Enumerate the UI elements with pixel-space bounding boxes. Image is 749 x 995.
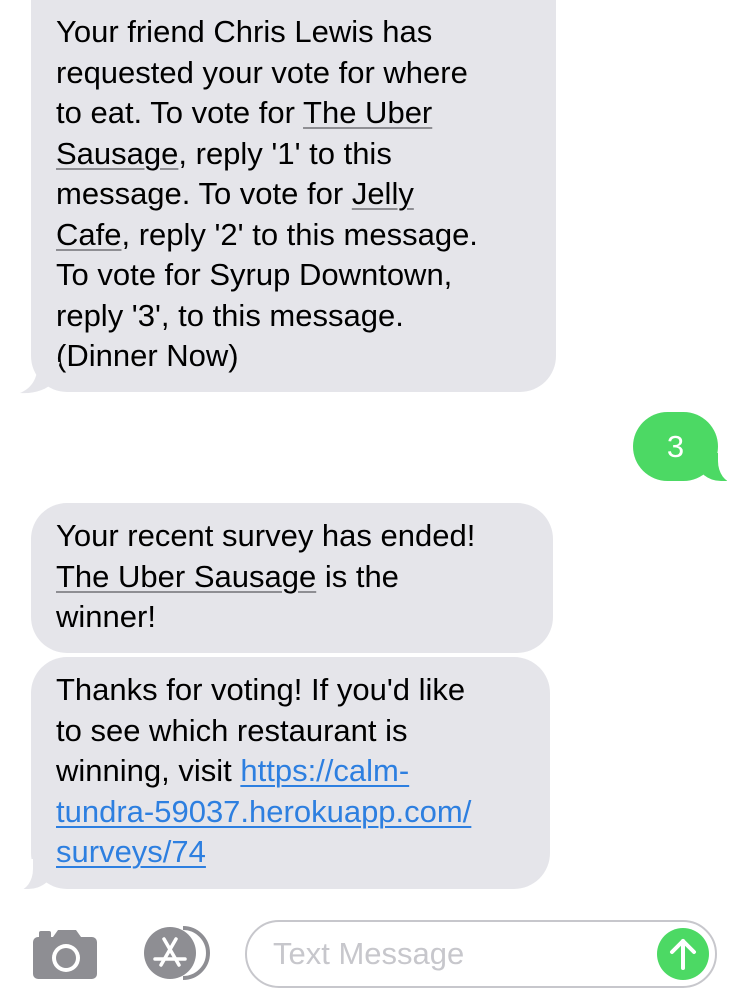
message-text: Thanks for voting! If you'd like to see w… xyxy=(56,670,526,873)
message-text: Your recent survey has ended! The Uber Sa… xyxy=(56,516,529,638)
message-link[interactable]: tundra-59037.herokuapp.com/ xyxy=(56,794,471,829)
message-line: Your recent survey has ended! xyxy=(56,516,529,557)
message-line: Your friend Chris Lewis has xyxy=(56,12,532,53)
received-message-survey-ended[interactable]: Your recent survey has ended! The Uber Sa… xyxy=(31,503,553,653)
message-text-segment: is the xyxy=(316,558,399,594)
message-text-segment: reply '3', to this message. xyxy=(56,297,404,333)
message-line: winning, visit https://calm- xyxy=(56,751,526,792)
message-tail xyxy=(20,362,60,394)
sent-message-bubble[interactable]: 3 xyxy=(633,412,742,483)
detected-place-name[interactable]: Sausage xyxy=(56,136,178,171)
app-store-icon[interactable] xyxy=(139,926,211,980)
detected-place-name[interactable]: The Uber xyxy=(303,95,432,130)
message-text-segment: winning, visit xyxy=(56,753,241,788)
message-input[interactable]: Text Message xyxy=(245,920,717,988)
message-text-segment: To vote for Syrup Downtown, xyxy=(56,257,453,292)
message-text-segment: Your friend Chris Lewis has xyxy=(56,14,433,49)
message-line: tundra-59037.herokuapp.com/ xyxy=(56,792,526,833)
message-line: surveys/74 xyxy=(56,832,526,873)
send-arrow-up-icon[interactable] xyxy=(657,928,709,980)
received-message-thanks[interactable]: Thanks for voting! If you'd like to see w… xyxy=(7,657,550,891)
message-input-placeholder: Text Message xyxy=(273,936,465,971)
message-text-segment: to eat. To vote for xyxy=(56,95,304,130)
message-text-segment: Thanks for voting! If you'd like xyxy=(56,672,466,707)
message-text-segment: , reply '1' to this xyxy=(178,135,392,171)
message-line: Cafe, reply '2' to this message. xyxy=(56,215,532,256)
message-text-segment: winner! xyxy=(56,599,156,634)
detected-place-name[interactable]: Jelly xyxy=(352,176,414,211)
message-line: reply '3', to this message. xyxy=(56,296,532,337)
message-text-segment: (Dinner Now) xyxy=(56,338,239,373)
received-message-vote-request[interactable]: Your friend Chris Lewis has requested you… xyxy=(31,0,556,392)
message-line: to see which restaurant is xyxy=(56,711,526,752)
message-line: The Uber Sausage is the xyxy=(56,557,529,598)
message-link[interactable]: surveys/74 xyxy=(56,834,206,869)
detected-place-name[interactable]: The Uber Sausage xyxy=(56,559,316,594)
message-line: requested your vote for where xyxy=(56,53,532,94)
sent-message-text: 3 xyxy=(666,429,685,464)
camera-icon[interactable] xyxy=(33,929,97,979)
detected-place-name[interactable]: Cafe xyxy=(56,217,121,252)
message-text-segment: requested your vote for where xyxy=(56,54,468,90)
message-line: Sausage, reply '1' to this xyxy=(56,134,532,175)
message-line: To vote for Syrup Downtown, xyxy=(56,255,532,296)
message-text-segment: , reply '2' to this message. xyxy=(121,216,478,252)
message-text: Your friend Chris Lewis has requested you… xyxy=(56,12,532,377)
message-text-segment: to see which restaurant is xyxy=(56,712,408,748)
message-line: (Dinner Now) xyxy=(56,336,532,377)
message-line: Thanks for voting! If you'd like xyxy=(56,670,526,711)
message-text-segment: Your recent survey has ended! xyxy=(56,518,476,553)
message-line: to eat. To vote for The Uber xyxy=(56,93,532,134)
message-line: winner! xyxy=(56,597,529,638)
message-text-segment: message. To vote for xyxy=(56,176,352,211)
message-link[interactable]: https://calm- xyxy=(240,753,409,788)
message-line: message. To vote for Jelly xyxy=(56,174,532,215)
